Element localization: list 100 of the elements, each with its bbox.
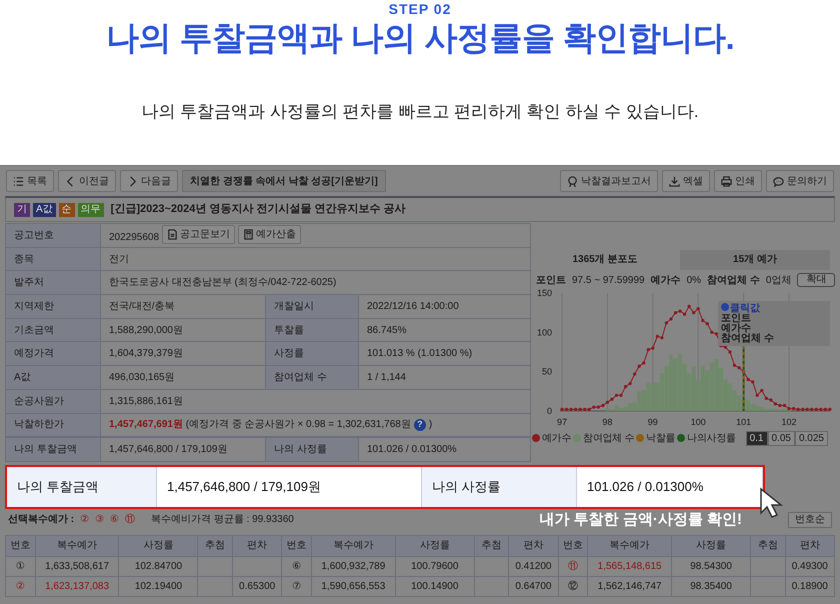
download-icon: [669, 176, 680, 186]
category-tag: 순: [58, 202, 75, 216]
table-cell: 0.64700: [508, 576, 558, 596]
toolbar-button[interactable]: 낙찰결과보고서: [560, 170, 658, 192]
column-header: 사정률: [672, 535, 751, 556]
category-tag: 기: [14, 202, 30, 216]
value-note: ): [428, 419, 432, 430]
field-value: 1,604,379,379원: [100, 342, 266, 366]
axis-tick-label: 100: [690, 417, 706, 427]
table-cell: 0.18900: [785, 576, 834, 596]
calculator-icon: [243, 229, 254, 240]
column-header: 편차: [785, 535, 834, 556]
column-header: 복수예가: [35, 535, 119, 556]
chart-tab[interactable]: 1365개 분포도: [530, 250, 680, 270]
scale-button[interactable]: 0.1: [746, 430, 768, 446]
stat-label: 예가수: [650, 274, 681, 288]
table-cell: 100.14900: [395, 576, 474, 596]
field-label: 발주처: [6, 270, 100, 295]
toolbar-button[interactable]: 인쇄: [714, 170, 762, 192]
subtitle: 나의 투찰금액과 사정률의 편차를 빠르고 편리하게 확인 하실 수 있습니다.: [141, 101, 699, 123]
table-cell: 1,600,932,789: [311, 556, 396, 576]
field-label: 예정가격: [6, 342, 100, 366]
table-cell: 1,565,148,615: [588, 556, 672, 576]
column-header: 추첨: [750, 535, 786, 556]
field-value: 101.026 / 0.01300%: [358, 438, 530, 462]
axis-tick-label: 150: [536, 288, 552, 298]
field-label: 공고번호: [6, 224, 100, 248]
table-cell: ⑫: [558, 576, 588, 596]
column-header: 복수예가: [588, 535, 672, 556]
field-label: 나의 사정률: [422, 466, 577, 507]
axis-tick-label: 99: [648, 417, 658, 427]
list-icon: [13, 176, 24, 186]
stat-label: 포인트: [536, 274, 566, 288]
dot-icon: [721, 303, 729, 311]
category-tag: A값: [33, 202, 56, 216]
table-cell: 0.49300: [785, 556, 834, 576]
medal-icon: [567, 176, 578, 186]
toolbar-button[interactable]: 다음글: [120, 170, 178, 192]
field-label: 종목: [6, 247, 100, 271]
field-value: 202295608: [109, 232, 160, 244]
field-label: 나의 투찰금액: [7, 466, 157, 507]
field-value: 1 / 1,144: [358, 366, 530, 390]
legend-label: 나의사정률: [687, 432, 736, 446]
axis-tick-label: 102: [782, 417, 797, 427]
toolbar-button[interactable]: 문의하기: [766, 170, 834, 192]
column-header: 사정률: [118, 535, 198, 556]
toolbar-button[interactable]: 이전글: [58, 170, 116, 192]
table-cell: 98.35400: [672, 576, 751, 596]
field-value: 86.745%: [358, 318, 530, 342]
value-note: (예정가격 중 순공사원가 × 0.98 = 1,302,631,768원: [184, 419, 411, 430]
axis-tick-label: 50: [542, 366, 552, 377]
table-cell: 1,562,146,747: [588, 576, 672, 596]
tooltip-text: 참여업체 수: [721, 333, 774, 344]
field-value: 1,315,886,161원: [100, 389, 530, 413]
field-label: 지역제한: [6, 294, 100, 318]
field-label: 참여업체 수: [266, 366, 358, 390]
small-button[interactable]: 공고문보기: [162, 225, 236, 244]
field-value: 1,457,646,800 / 179,109원: [100, 438, 266, 462]
field-value: 전국/대전/충북: [100, 294, 266, 318]
table-cell: 102.84700: [118, 556, 198, 576]
axis-tick-label: 97: [557, 417, 567, 427]
table-cell: ①: [6, 556, 36, 576]
column-header: 편차: [508, 535, 558, 556]
help-icon[interactable]: ?: [414, 419, 426, 432]
axis-tick-label: 98: [602, 417, 612, 427]
notice-title: [긴급]2023~2024년 영동지사 전기시설물 연간유지보수 공사: [110, 202, 406, 218]
table-cell: 0.41200: [508, 556, 558, 576]
toolbar-button[interactable]: 목록: [6, 170, 54, 192]
field-value: 한국도로공사 대전충남본부 (최정수/042-722-6025): [100, 270, 530, 295]
chart-tab[interactable]: 15개 예가: [680, 250, 830, 270]
stat-label: 참여업체 수: [707, 274, 760, 288]
table-cell: ⑪: [558, 556, 588, 576]
small-button[interactable]: 예가산출: [238, 225, 302, 244]
selected-number: ③: [95, 513, 104, 528]
zoom-button[interactable]: 확대: [797, 273, 836, 287]
stat-value: 0업체: [766, 274, 792, 288]
sort-button[interactable]: 번호순: [788, 512, 832, 528]
average-rate: 복수예비가격 평균률 : 99.93360: [151, 513, 294, 528]
chat-icon: [773, 176, 784, 186]
selected-number: ⑪: [125, 512, 136, 528]
field-label: A값: [6, 366, 100, 390]
column-header: 추첨: [198, 535, 232, 556]
field-value: 1,457,467,691원: [109, 419, 183, 430]
category-tag: 의무: [78, 202, 104, 216]
field-label: 사정률: [266, 342, 358, 366]
step-label: STEP 02: [388, 0, 452, 18]
selection-label: 선택복수예가 :: [8, 513, 74, 528]
column-header: 복수예가: [311, 535, 396, 556]
legend-label: 낙찰률: [646, 432, 676, 446]
toolbar-button[interactable]: 엑셀: [662, 170, 710, 192]
legend-label: 참여업체 수: [583, 432, 634, 446]
field-label: 기초금액: [6, 318, 100, 342]
field-label: 나의 사정률: [266, 438, 358, 462]
field-label: 개찰일시: [266, 294, 358, 318]
column-header: 번호: [558, 535, 588, 556]
table-cell: ②: [6, 576, 36, 596]
scale-button[interactable]: 0.05: [768, 430, 795, 446]
field-label: 순공사원가: [6, 389, 100, 413]
axis-tick-label: 0: [546, 406, 552, 416]
scale-button[interactable]: 0.025: [794, 430, 828, 446]
